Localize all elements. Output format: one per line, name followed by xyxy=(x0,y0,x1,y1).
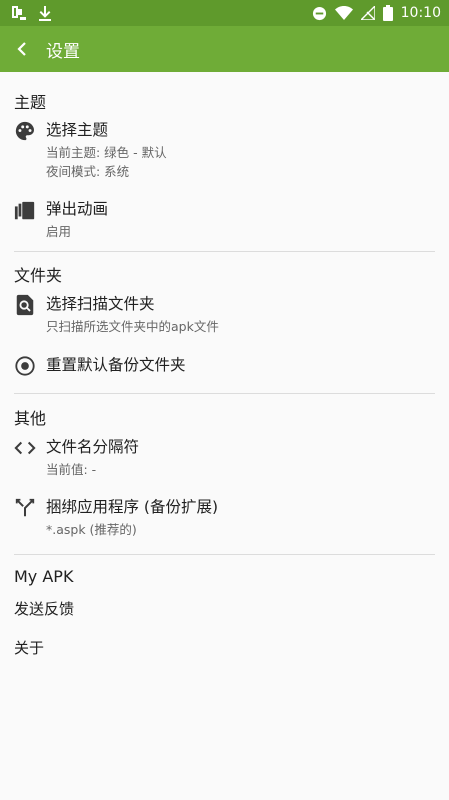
reset-backup-folder-item[interactable]: 重置默认备份文件夹 xyxy=(0,354,449,384)
filename-separator-title: 文件名分隔符 xyxy=(46,438,140,456)
radio-target-icon xyxy=(14,355,36,377)
scan-folder-subtitle: 只扫描所选文件夹中的apk文件 xyxy=(46,319,219,334)
palette-icon xyxy=(14,120,36,142)
section-header-folder: 文件夹 xyxy=(14,266,63,285)
layers-icon xyxy=(14,200,36,222)
status-bar: 10:10 xyxy=(0,0,449,26)
no-signal-icon xyxy=(360,6,375,20)
app-notification-icon xyxy=(8,4,28,22)
night-mode-text: 夜间模式: 系统 xyxy=(46,164,130,179)
current-theme-text: 当前主题: 绿色 - 默认 xyxy=(46,145,167,160)
find-in-page-icon xyxy=(14,294,36,316)
code-icon xyxy=(14,437,36,459)
scan-folder-title: 选择扫描文件夹 xyxy=(46,295,155,313)
back-arrow-icon xyxy=(17,42,26,56)
filename-separator-value: 当前值: - xyxy=(46,462,97,477)
wifi-icon xyxy=(334,6,353,20)
divider xyxy=(14,393,435,394)
do-not-disturb-icon xyxy=(312,6,327,21)
battery-icon xyxy=(382,5,393,21)
choose-theme-item[interactable]: 选择主题 当前主题: 绿色 - 默认 夜间模式: 系统 xyxy=(0,119,449,189)
bundle-apps-subtitle: *.aspk (推荐的) xyxy=(46,522,137,537)
merge-type-icon xyxy=(14,497,36,519)
toolbar: 设置 xyxy=(0,26,449,72)
choose-theme-title: 选择主题 xyxy=(46,121,109,139)
send-feedback-item[interactable]: 发送反馈 xyxy=(14,598,74,619)
page-title: 设置 xyxy=(46,41,80,62)
bundle-apps-title: 捆绑应用程序 (备份扩展) xyxy=(46,498,219,516)
divider xyxy=(14,554,435,555)
popup-animation-item[interactable]: 弹出动画 启用 xyxy=(0,198,449,248)
section-header-myapk: My APK xyxy=(14,567,74,586)
scan-folder-item[interactable]: 选择扫描文件夹 只扫描所选文件夹中的apk文件 xyxy=(0,293,449,343)
section-header-theme: 主题 xyxy=(14,93,47,112)
back-button[interactable] xyxy=(0,26,44,72)
section-header-other: 其他 xyxy=(14,409,47,428)
reset-backup-folder-title: 重置默认备份文件夹 xyxy=(46,356,186,374)
popup-animation-title: 弹出动画 xyxy=(46,200,109,218)
filename-separator-item[interactable]: 文件名分隔符 当前值: - xyxy=(0,436,449,486)
popup-animation-value: 启用 xyxy=(46,224,72,239)
bundle-apps-item[interactable]: 捆绑应用程序 (备份扩展) *.aspk (推荐的) xyxy=(0,496,449,546)
download-icon xyxy=(38,5,52,21)
about-item[interactable]: 关于 xyxy=(14,637,44,658)
status-time: 10:10 xyxy=(400,5,441,21)
settings-list: 主题 选择主题 当前主题: 绿色 - 默认 夜间模式: 系统 弹出动画 启用 文… xyxy=(0,72,449,800)
divider xyxy=(14,251,435,252)
